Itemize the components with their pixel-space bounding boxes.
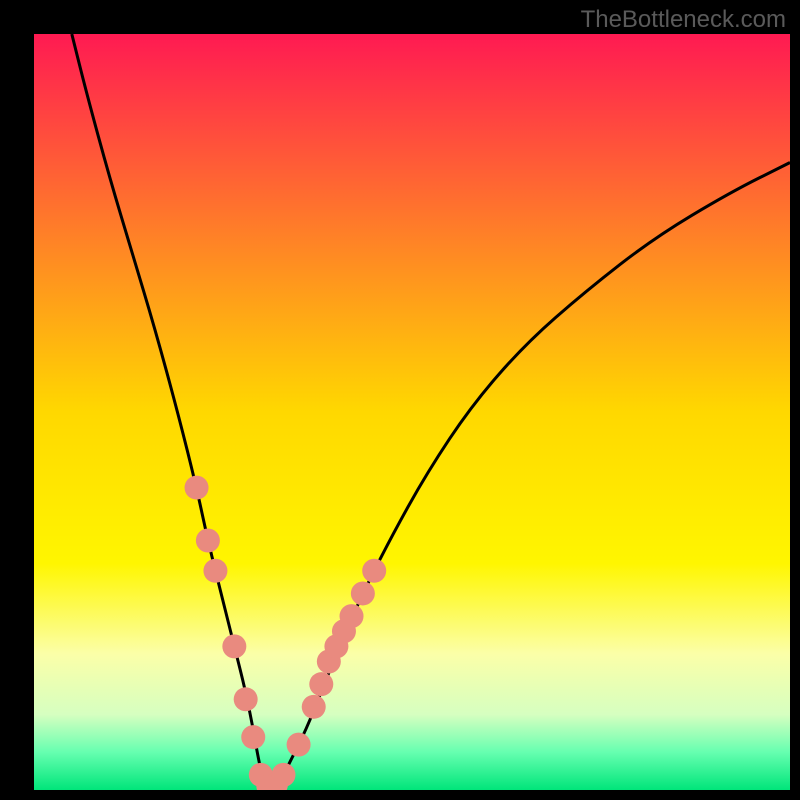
data-marker <box>351 581 375 605</box>
data-marker <box>185 476 209 500</box>
data-marker <box>302 695 326 719</box>
data-marker <box>309 672 333 696</box>
data-marker <box>241 725 265 749</box>
chart-plot-area <box>34 34 790 790</box>
data-marker <box>362 559 386 583</box>
data-marker <box>222 634 246 658</box>
watermark-text: TheBottleneck.com <box>581 6 786 34</box>
data-marker <box>203 559 227 583</box>
data-marker <box>196 529 220 553</box>
data-marker <box>340 604 364 628</box>
data-marker <box>287 733 311 757</box>
chart-curve-layer <box>34 34 790 790</box>
data-marker <box>234 687 258 711</box>
bottleneck-curve <box>72 34 790 786</box>
data-markers <box>185 476 387 790</box>
data-marker <box>271 763 295 787</box>
